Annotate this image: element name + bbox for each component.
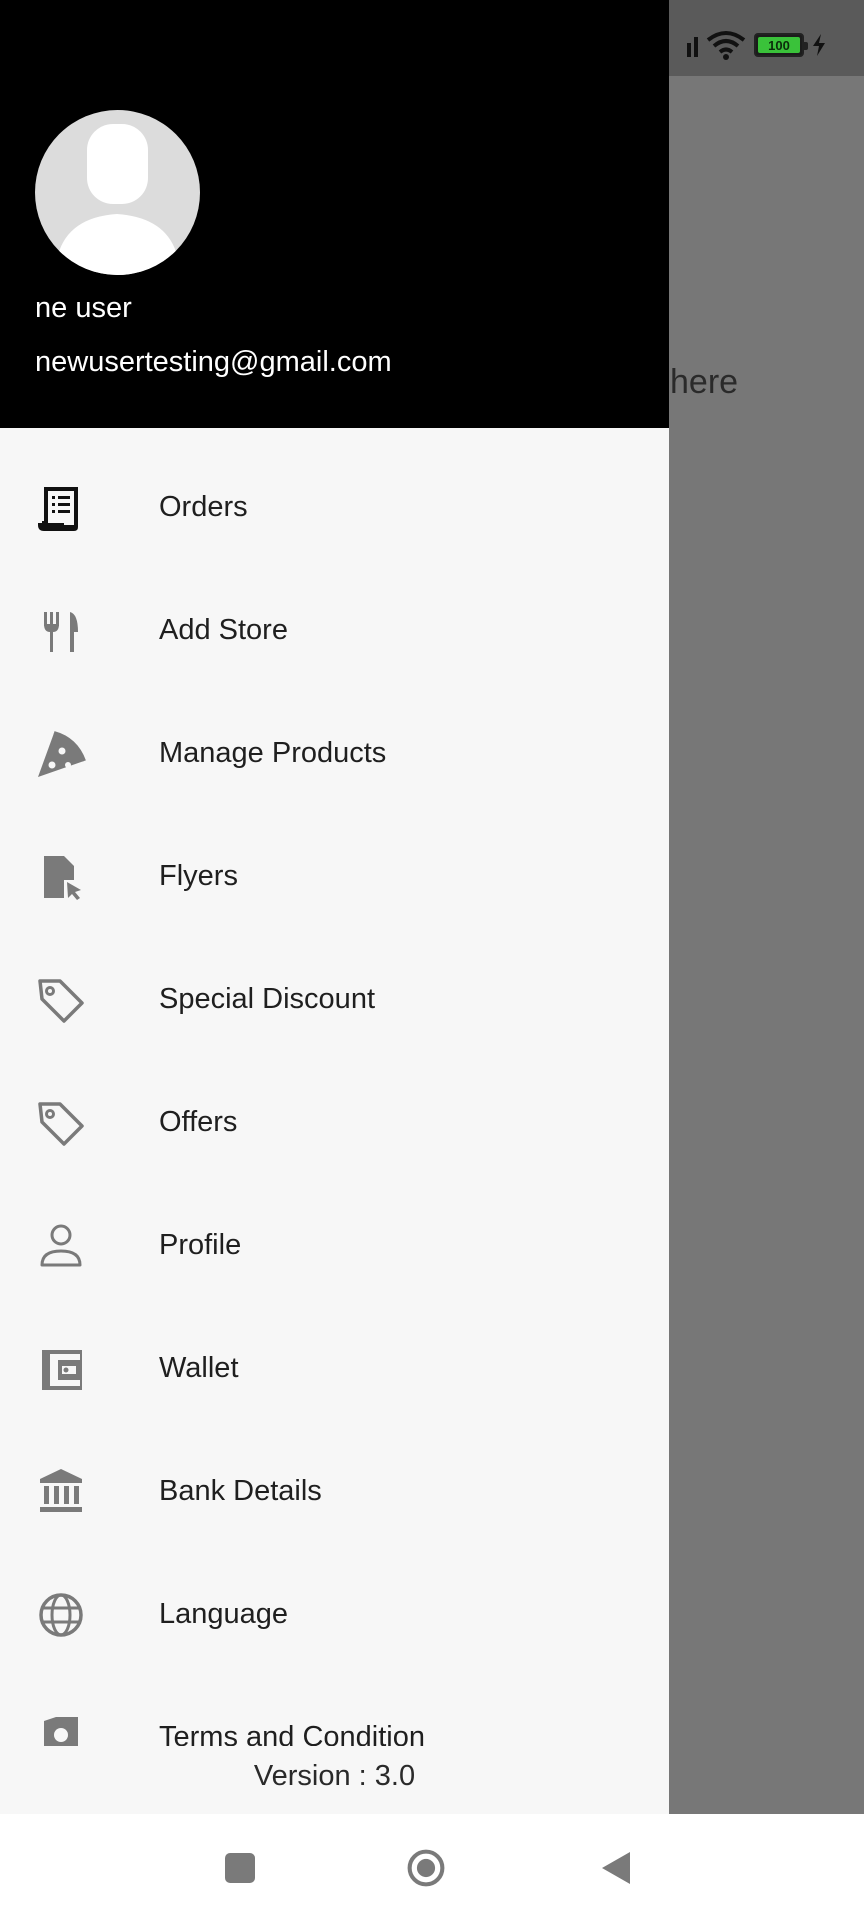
- home-icon[interactable]: [406, 1848, 446, 1888]
- menu-item-label: Flyers: [159, 860, 238, 892]
- drawer-header: ne user newusertesting@gmail.com: [0, 0, 669, 428]
- status-icons: 100: [687, 30, 826, 60]
- document-icon: [34, 1711, 88, 1746]
- menu-item-terms-and-condition[interactable]: Terms and Condition: [0, 1676, 669, 1746]
- menu-item-label: Add Store: [159, 614, 288, 646]
- battery-level: 100: [758, 37, 800, 53]
- user-name: ne user: [35, 292, 132, 324]
- back-icon[interactable]: [596, 1848, 636, 1888]
- charging-icon: [813, 34, 825, 56]
- menu-item-label: Language: [159, 1598, 289, 1630]
- menu-item-special-discount[interactable]: Special Discount: [0, 938, 669, 1061]
- version-label: Version : 3.0: [253, 1760, 416, 1792]
- menu-item-profile[interactable]: Profile: [0, 1184, 669, 1307]
- battery-icon: 100: [754, 33, 808, 57]
- menu-item-label: Offers: [159, 1106, 238, 1138]
- menu-item-label: Wallet: [159, 1352, 239, 1384]
- menu-item-add-store[interactable]: Add Store: [0, 569, 669, 692]
- menu-item-wallet[interactable]: Wallet: [0, 1307, 669, 1430]
- navigation-drawer: ne user newusertesting@gmail.com Orders: [0, 0, 669, 1814]
- wallet-icon: [34, 1342, 88, 1396]
- navigation-bar: [0, 1814, 864, 1920]
- menu-item-flyers[interactable]: Flyers: [0, 815, 669, 938]
- recents-icon[interactable]: [220, 1848, 260, 1888]
- menu-item-label: Orders: [159, 491, 248, 523]
- bank-icon: [34, 1465, 88, 1519]
- menu-item-offers[interactable]: Offers: [0, 1061, 669, 1184]
- file-pointer-icon: [34, 850, 88, 904]
- menu-item-label: Profile: [159, 1229, 242, 1261]
- user-email: newusertesting@gmail.com: [35, 346, 392, 378]
- menu-item-label: Bank Details: [159, 1475, 322, 1507]
- globe-icon: [34, 1588, 88, 1642]
- menu-item-label: Terms and Condition: [159, 1721, 425, 1746]
- pizza-icon: [34, 727, 88, 781]
- receipt-icon: [34, 481, 88, 535]
- avatar[interactable]: [35, 110, 200, 275]
- menu-item-label: Special Discount: [159, 983, 375, 1015]
- signal-icon: [687, 33, 698, 57]
- person-icon: [34, 1219, 88, 1273]
- wifi-icon: [706, 31, 746, 60]
- tag-icon: [34, 973, 88, 1027]
- user-silhouette-icon: [55, 124, 180, 275]
- menu-item-language[interactable]: Language: [0, 1553, 669, 1676]
- tag-icon: [34, 1096, 88, 1150]
- menu-item-bank-details[interactable]: Bank Details: [0, 1430, 669, 1553]
- menu-item-label: Manage Products: [159, 737, 387, 769]
- menu-item-orders[interactable]: Orders: [0, 446, 669, 569]
- menu-item-manage-products[interactable]: Manage Products: [0, 692, 669, 815]
- drawer-menu: Orders Add Store Manage Products Flyers …: [0, 446, 669, 1746]
- background-text: here: [670, 363, 739, 401]
- restaurant-icon: [34, 604, 88, 658]
